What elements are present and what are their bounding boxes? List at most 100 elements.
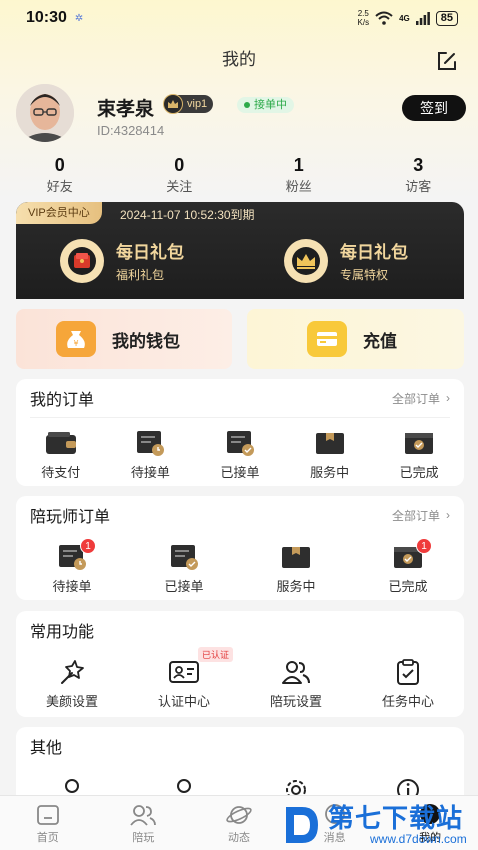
order-label: 待接单: [130, 465, 170, 480]
function-label: 陪玩设置: [269, 694, 322, 709]
money-bag-icon: ¥: [56, 321, 96, 357]
signal-label: 4G: [399, 13, 410, 23]
common-functions-title: 常用功能: [30, 624, 95, 641]
beauty-settings[interactable]: 美颜设置: [16, 657, 128, 710]
order-pending-payment[interactable]: 待支付: [16, 428, 106, 481]
planet-icon: [226, 806, 252, 824]
profile-section: 束孝泉 vip1 接单中 ID:4328414 签到: [16, 84, 466, 144]
my-orders-row: 待支付 待接单 已接单 服务中 已完成: [16, 418, 464, 481]
my-orders-card: 我的订单 全部订单 › 待支付 待接单 已接单 服务中 已完成: [16, 379, 464, 486]
vip-daily-gift-privilege[interactable]: 每日礼包 专属特权: [284, 238, 408, 283]
checkin-button[interactable]: 签到: [402, 95, 466, 121]
clock-box-icon: 1: [54, 538, 96, 572]
verification-center[interactable]: 已认证 认证中心: [128, 647, 240, 710]
nav-label: 首页: [36, 832, 59, 844]
edit-icon[interactable]: [436, 50, 458, 72]
companion-settings[interactable]: 陪玩设置: [240, 657, 352, 710]
my-orders-header: 我的订单 全部订单 ›: [16, 379, 464, 417]
vip-item-subtitle: 福利礼包: [116, 268, 165, 282]
companion-orders-row: 1 待接单 已接单 服务中 1 已完成: [16, 534, 464, 595]
stats-row: 0 好友 0 关注 1 粉丝 3 访客: [0, 155, 478, 195]
companion-order-waiting[interactable]: 1 待接单: [16, 538, 128, 595]
order-waiting-accept[interactable]: 待接单: [106, 428, 196, 481]
companion-order-in-service[interactable]: 服务中: [240, 542, 352, 595]
vip-badge: vip1: [163, 94, 214, 114]
stat-value: 1: [293, 155, 304, 175]
task-center[interactable]: 任务中心: [352, 657, 464, 710]
card-icon: [307, 321, 347, 357]
stat-visitors[interactable]: 3 访客: [359, 155, 478, 195]
stat-value: 0: [54, 155, 65, 175]
stat-fans[interactable]: 1 粉丝: [239, 155, 359, 195]
stat-friends[interactable]: 0 好友: [0, 155, 120, 195]
crown-icon: [163, 94, 183, 114]
vip-daily-gift-welfare[interactable]: 每日礼包 福利礼包: [60, 238, 184, 283]
stat-value: 0: [174, 155, 185, 175]
status-indicators: 2.5 K/s 4G 85: [358, 9, 458, 27]
order-label: 已完成: [399, 465, 439, 480]
vip-item-title: 每日礼包: [116, 243, 184, 262]
order-in-service[interactable]: 服务中: [285, 428, 375, 481]
verified-tag: 已认证: [198, 647, 234, 662]
nav-companion[interactable]: 陪玩: [96, 796, 192, 850]
svg-text:¥: ¥: [73, 339, 78, 348]
stat-following[interactable]: 0 关注: [120, 155, 240, 195]
user-name: 束孝泉: [97, 99, 155, 120]
page-title: 我的: [222, 50, 256, 69]
companion-orders-card: 陪玩师订单 全部订单 › 1 待接单 已接单 服务中 1 已完成: [16, 496, 464, 600]
clock-box-icon: [132, 428, 168, 458]
stat-label: 访客: [405, 179, 432, 194]
status-time: 10:30: [26, 9, 67, 26]
wallet-label: 我的钱包: [112, 331, 180, 351]
home-icon: [36, 805, 59, 825]
users-icon: [278, 657, 314, 687]
wallet-icon: [43, 428, 79, 458]
chevron-right-icon: ›: [446, 508, 450, 522]
page-title-bar: 我的: [0, 40, 478, 80]
d7-logo-icon: [286, 807, 318, 843]
watermark: 第七下载站 www.d7down.com: [282, 800, 478, 850]
vip-level: vip1: [187, 98, 208, 110]
my-orders-all-link[interactable]: 全部订单 ›: [392, 390, 450, 407]
order-label: 待接单: [52, 579, 92, 594]
companion-order-completed[interactable]: 1 已完成: [352, 538, 464, 595]
nav-label: 动态: [227, 832, 250, 844]
crown-icon: [284, 238, 328, 283]
others-header: 其他: [16, 727, 464, 765]
order-accepted[interactable]: 已接单: [195, 428, 285, 481]
common-functions-row: 美颜设置 已认证 认证中心 陪玩设置 任务中心: [16, 647, 464, 710]
wifi-icon: [375, 11, 393, 25]
order-label: 已接单: [164, 579, 204, 594]
my-orders-title: 我的订单: [30, 392, 95, 409]
order-label: 服务中: [310, 465, 350, 480]
all-orders-label: 全部订单: [391, 508, 440, 523]
companion-orders-all-link[interactable]: 全部订单 ›: [392, 507, 450, 524]
avatar[interactable]: [16, 84, 74, 142]
stat-value: 3: [413, 155, 424, 175]
nav-label: 陪玩: [132, 832, 155, 844]
order-completed[interactable]: 已完成: [374, 428, 464, 481]
vip-item-subtitle: 专属特权: [340, 268, 389, 282]
companion-orders-title: 陪玩师订单: [30, 509, 111, 526]
vip-center-card[interactable]: VIP会员中心 2024-11-07 10:52:30到期 每日礼包 福利礼包 …: [16, 202, 464, 299]
notification-icon: ✲: [74, 12, 84, 24]
magic-wand-icon: [54, 657, 90, 687]
net-speed-unit: K/s: [357, 18, 370, 27]
nav-home[interactable]: 首页: [0, 796, 96, 850]
vip-expire-text: 2024-11-07 10:52:30到期: [120, 208, 255, 222]
status-text: 接单中: [254, 99, 287, 111]
check-box-icon: [222, 428, 258, 458]
order-label: 服务中: [276, 579, 316, 594]
service-box-icon: [312, 428, 348, 458]
recharge-label: 充值: [363, 331, 397, 351]
order-label: 已完成: [388, 579, 428, 594]
order-label: 已接单: [220, 465, 260, 480]
recharge-button[interactable]: 充值: [247, 309, 464, 369]
all-orders-label: 全部订单: [391, 391, 440, 406]
battery-indicator: 85: [435, 10, 458, 26]
nav-feed[interactable]: 动态: [191, 796, 287, 850]
companion-order-accepted[interactable]: 已接单: [128, 542, 240, 595]
wallet-button[interactable]: ¥ 我的钱包: [16, 309, 232, 369]
stat-label: 好友: [46, 179, 73, 194]
common-functions-header: 常用功能: [16, 611, 464, 649]
